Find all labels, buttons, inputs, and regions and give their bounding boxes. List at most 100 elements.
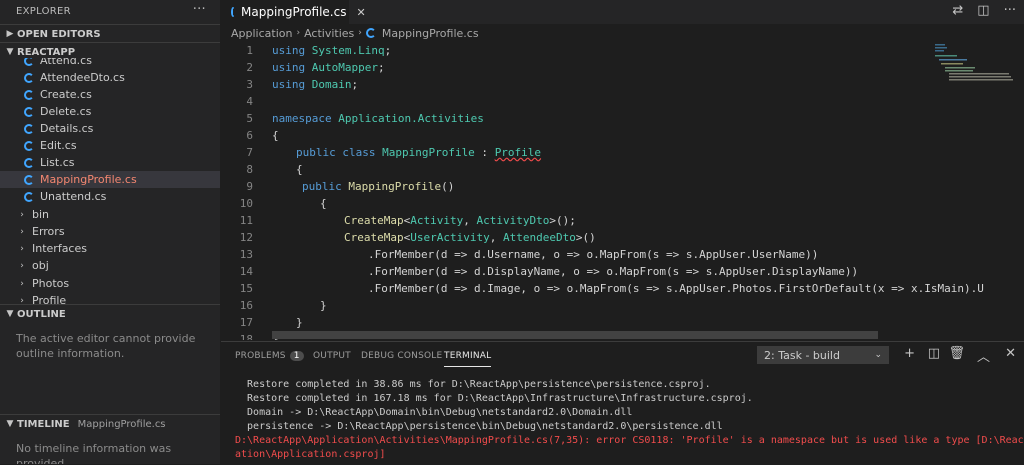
keyword: using (272, 78, 312, 91)
outline-message: The active editor cannot provide outline… (16, 332, 196, 360)
tab-problems[interactable]: PROBLEMS 1 (235, 351, 304, 361)
namespace-name: Domain (311, 78, 352, 91)
csharp-file-icon (231, 7, 235, 17)
folder-item[interactable]: › Profile (0, 292, 220, 304)
type-name: UserActivity (410, 231, 490, 244)
minimap[interactable] (933, 42, 1013, 132)
punct: >(); (549, 214, 576, 227)
file-item[interactable]: Attend.cs (0, 58, 220, 69)
csharp-file-icon (24, 123, 34, 134)
class-name: MappingProfile (382, 146, 475, 159)
code-line: using System.Linq; (272, 42, 391, 59)
line-number: 16 (239, 299, 253, 312)
file-item[interactable]: List.cs (0, 154, 220, 171)
more-actions-button[interactable]: ··· (193, 2, 206, 17)
code-line: .ForMember(d => d.Username, o => o.MapFr… (368, 248, 819, 261)
file-item[interactable]: Delete.cs (0, 103, 220, 120)
punct: , (463, 214, 477, 227)
chevron-right-icon: › (20, 226, 24, 237)
panel-tabs: PROBLEMS 1 OUTPUT DEBUG CONSOLE TERMINAL … (221, 342, 1024, 370)
chevron-down-icon: ▼ (6, 47, 14, 57)
close-icon[interactable]: ✕ (356, 6, 365, 19)
problems-count-badge: 1 (289, 351, 304, 361)
error-squiggle[interactable]: Profile (495, 146, 541, 159)
line-number: 9 (246, 180, 253, 193)
csharp-file-icon (24, 58, 34, 66)
folder-item[interactable]: › Errors (0, 223, 220, 240)
file-item-active[interactable]: MappingProfile.cs1 (0, 171, 220, 188)
terminal-line: Restore completed in 38.86 ms for D:\Rea… (235, 379, 711, 390)
tab-bar: MappingProfile.cs ✕ ⇄ ◫ ··· (221, 0, 1024, 24)
terminal-line: Domain -> D:\ReactApp\Domain\bin\Debug\n… (235, 407, 633, 418)
close-panel-icon[interactable]: ✕ (1005, 346, 1016, 361)
open-editors-section[interactable]: ▶ OPEN EDITORS (0, 24, 220, 43)
new-terminal-icon[interactable]: + (904, 346, 915, 361)
file-item[interactable]: Unattend.cs (0, 188, 220, 205)
file-label: Edit.cs (40, 139, 77, 152)
chevron-right-icon: › (20, 260, 24, 271)
tab-output[interactable]: OUTPUT (313, 351, 351, 361)
breadcrumb-file[interactable]: MappingProfile.cs (382, 27, 479, 40)
split-editor-icon[interactable]: ◫ (977, 3, 989, 18)
line-number: 2 (246, 61, 253, 74)
timeline-header[interactable]: ▼ TIMELINE MappingProfile.cs (0, 414, 220, 433)
keyword: public (302, 180, 349, 193)
code-line: .ForMember(d => d.Image, o => o.MapFrom(… (368, 282, 984, 295)
line-number: 4 (246, 95, 253, 108)
chevron-up-icon[interactable]: ︿ (977, 346, 990, 365)
keyword: using (272, 61, 312, 74)
type-name: AttendeeDto (502, 231, 576, 244)
folder-item[interactable]: › obj (0, 257, 220, 274)
code-line: } (320, 299, 327, 312)
trash-icon[interactable]: 🗑 (948, 346, 965, 361)
chevron-right-icon: › (20, 243, 24, 254)
csharp-file-icon (24, 191, 34, 202)
split-terminal-icon[interactable]: ◫ (928, 346, 940, 361)
editor-area: MappingProfile.cs ✕ ⇄ ◫ ··· Application … (221, 0, 1024, 340)
breadcrumb-activities[interactable]: Activities (304, 27, 354, 40)
terminal-select[interactable]: 2: Task - build ⌄ (757, 346, 889, 364)
punct: >() (575, 231, 596, 244)
chevron-right-icon: › (20, 295, 24, 305)
code-line: CreateMap<UserActivity, AttendeeDto>() (344, 229, 596, 246)
folder-item[interactable]: › bin (0, 206, 220, 223)
file-item[interactable]: AttendeeDto.cs (0, 69, 220, 86)
file-item[interactable]: Details.cs (0, 120, 220, 137)
csharp-file-icon (24, 140, 34, 151)
file-label: Details.cs (40, 122, 94, 135)
compare-changes-icon[interactable]: ⇄ (952, 3, 963, 18)
chevron-right-icon: › (20, 209, 24, 220)
folder-item[interactable]: › Photos (0, 275, 220, 292)
line-number: 8 (246, 163, 253, 176)
tab-mappingprofile[interactable]: MappingProfile.cs ✕ (221, 0, 366, 24)
folder-item[interactable]: › Interfaces (0, 240, 220, 257)
punct: ; (351, 78, 359, 91)
line-number: 5 (246, 112, 253, 125)
line-number: 12 (239, 231, 253, 244)
horizontal-scrollbar[interactable] (272, 331, 878, 339)
terminal-line: Restore completed in 167.18 ms for D:\Re… (235, 393, 753, 404)
tab-terminal[interactable]: TERMINAL (444, 351, 492, 367)
line-number: 1 (246, 44, 253, 57)
breadcrumb-application[interactable]: Application (231, 27, 292, 40)
outline-header[interactable]: ▼ OUTLINE (0, 304, 220, 323)
file-item[interactable]: Edit.cs (0, 137, 220, 154)
outline-section: ▼ OUTLINE The active editor cannot provid… (0, 304, 220, 369)
file-item[interactable]: Create.cs (0, 86, 220, 103)
open-editors-label: OPEN EDITORS (17, 28, 101, 40)
timeline-message: No timeline information was provided. (16, 442, 172, 464)
breadcrumb: Application › Activities › MappingProfil… (221, 24, 1024, 42)
method-name: CreateMap (344, 231, 404, 244)
chevron-down-icon: ▼ (6, 309, 14, 319)
csharp-file-icon (24, 106, 34, 117)
file-label: List.cs (40, 156, 75, 169)
code-editor[interactable]: 1 2 3 4 5 6 7 8 9 10 11 12 13 14 15 16 1… (221, 42, 984, 340)
more-icon[interactable]: ··· (1004, 3, 1016, 18)
tab-debug-console[interactable]: DEBUG CONSOLE (361, 351, 442, 361)
code-line: using Domain; (272, 76, 358, 93)
folder-label: Photos (32, 277, 70, 290)
line-number: 14 (239, 265, 253, 278)
file-label: MappingProfile.cs (40, 173, 137, 186)
code-line: namespace Application.Activities (272, 110, 484, 127)
csharp-file-icon (365, 28, 376, 38)
